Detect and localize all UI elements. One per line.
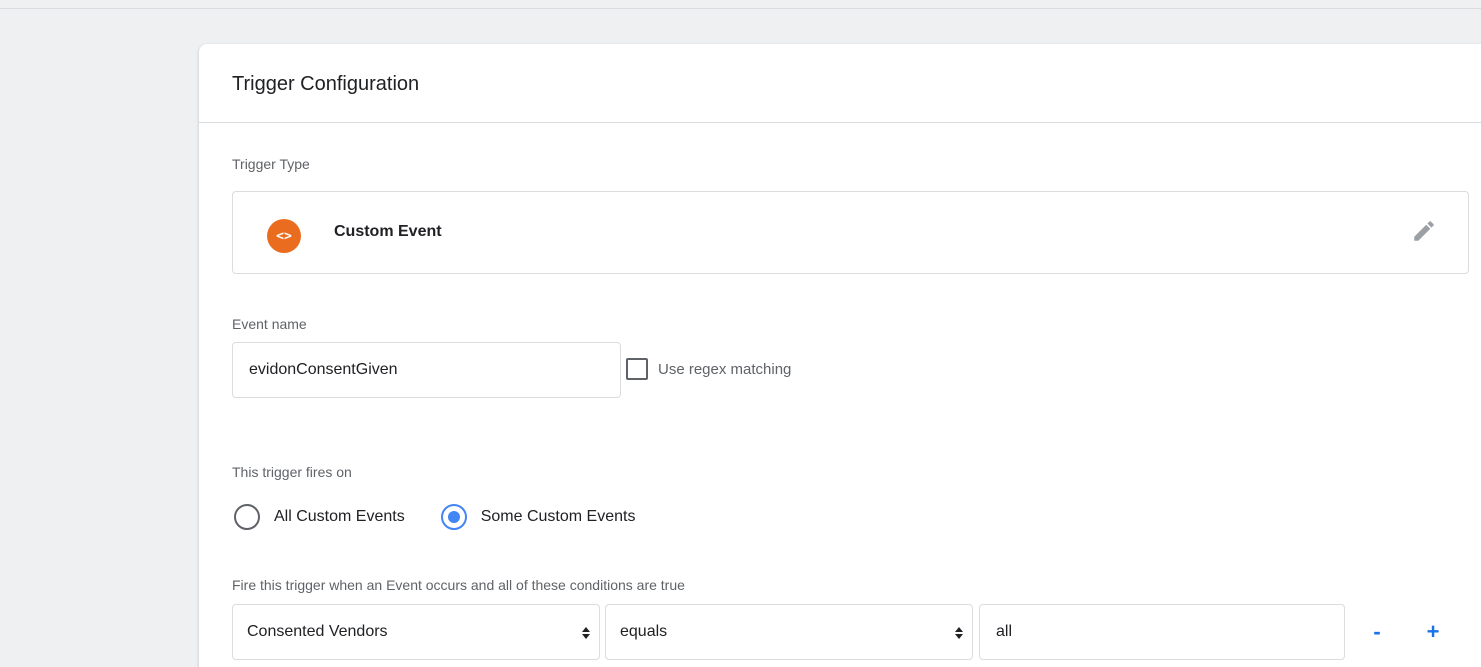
fires-on-radio-group: All Custom Events Some Custom Events xyxy=(234,504,635,530)
remove-condition-button[interactable]: - xyxy=(1363,618,1391,646)
regex-checkbox-wrap[interactable]: Use regex matching xyxy=(626,358,791,380)
regex-checkbox[interactable] xyxy=(626,358,648,380)
event-name-label: Event name xyxy=(232,316,307,332)
code-brackets-icon: <> xyxy=(267,219,301,253)
condition-operator-value: equals xyxy=(620,623,668,640)
fires-on-label: This trigger fires on xyxy=(232,464,352,480)
radio-all-custom-events[interactable]: All Custom Events xyxy=(234,504,405,530)
event-name-input[interactable] xyxy=(232,342,621,398)
condition-variable-select[interactable]: Consented Vendors xyxy=(232,604,600,660)
condition-variable-value: Consented Vendors xyxy=(247,623,388,640)
radio-some-custom-events[interactable]: Some Custom Events xyxy=(440,504,636,530)
pencil-icon[interactable] xyxy=(1411,218,1437,244)
trigger-type-name: Custom Event xyxy=(334,223,442,240)
card-header: Trigger Configuration xyxy=(199,44,1481,123)
trigger-type-label: Trigger Type xyxy=(232,156,310,172)
conditions-label: Fire this trigger when an Event occurs a… xyxy=(232,577,685,593)
trigger-configuration-card: Trigger Configuration Trigger Type <> Cu… xyxy=(199,44,1481,667)
select-arrows-icon xyxy=(955,627,963,639)
select-arrows-icon xyxy=(582,627,590,639)
top-divider xyxy=(0,8,1481,9)
regex-checkbox-label: Use regex matching xyxy=(658,360,792,378)
radio-label: All Custom Events xyxy=(274,508,405,525)
condition-value-input[interactable] xyxy=(979,604,1345,660)
radio-label: Some Custom Events xyxy=(480,508,636,525)
card-title: Trigger Configuration xyxy=(232,73,420,95)
condition-operator-select[interactable]: equals xyxy=(605,604,973,660)
trigger-type-selector[interactable]: <> Custom Event xyxy=(232,191,1469,274)
add-condition-button[interactable]: + xyxy=(1419,618,1447,646)
radio-button[interactable] xyxy=(234,504,260,530)
radio-button-selected[interactable] xyxy=(440,504,467,530)
